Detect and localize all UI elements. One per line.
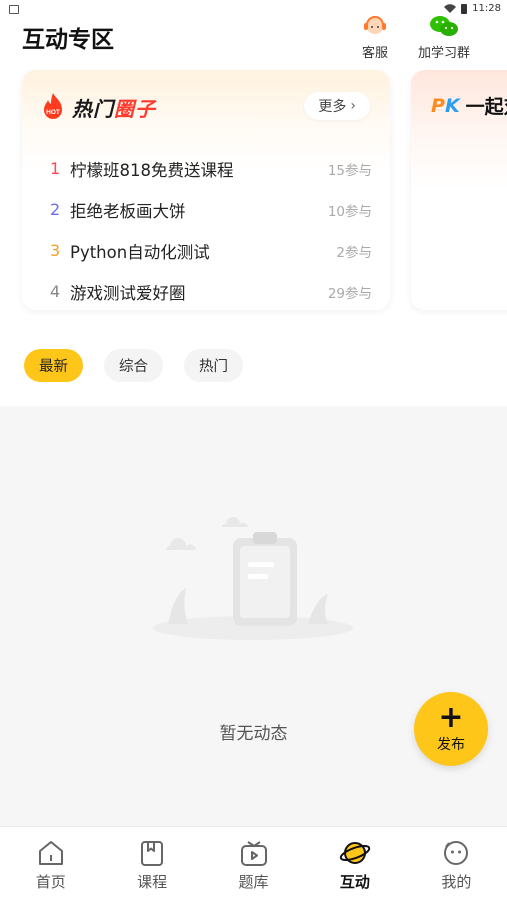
list-item[interactable]: 3 Python自动化测试 2参与 <box>50 230 372 271</box>
hot-circles-title-part2: 圈子 <box>114 96 156 121</box>
chevron-right-icon: › <box>350 98 356 114</box>
plus-icon: + <box>438 700 464 735</box>
pk-badge-icon: PK <box>431 95 460 117</box>
pk-card-title: 一起对 <box>465 96 507 118</box>
customer-service-icon <box>364 16 386 34</box>
circle-name: 游戏测试爱好圈 <box>70 283 186 303</box>
rank-number: 3 <box>50 241 61 260</box>
profile-face-icon <box>444 841 469 865</box>
rank-number: 1 <box>50 159 61 178</box>
filter-general[interactable]: 综合 <box>104 349 163 382</box>
circle-name: 柠檬班818免费送课程 <box>70 160 234 180</box>
customer-service-button[interactable]: 客服 <box>362 14 388 61</box>
hot-circles-title: 热门圈子 <box>72 93 156 122</box>
status-indicators: 11:28 <box>444 3 501 14</box>
feed-area: 暂无动态 <box>0 406 507 826</box>
status-time: 11:28 <box>472 3 501 14</box>
rank-number: 4 <box>50 282 61 301</box>
pk-badge-p: P <box>431 94 445 117</box>
more-label: 更多 <box>318 99 347 115</box>
list-item[interactable]: 1 柠檬班818免费送课程 15参与 <box>50 148 372 189</box>
home-icon <box>38 841 63 865</box>
empty-clipboard-illustration <box>153 517 353 640</box>
hot-circles-header: HOT 热门圈子 <box>40 92 156 122</box>
bottom-tab-bar: 首页 课程 题库 互动 我的 <box>0 826 507 900</box>
tab-interact-label: 互动 <box>339 873 370 891</box>
tab-questions-label: 题库 <box>238 873 269 891</box>
rank-number: 2 <box>50 200 61 219</box>
pk-card-header: PK 一起对 <box>431 92 507 119</box>
battery-icon <box>461 3 468 14</box>
tab-mine-label: 我的 <box>441 873 472 891</box>
list-item[interactable]: 4 游戏测试爱好圈 29参与 <box>50 271 372 312</box>
circle-name: Python自动化测试 <box>70 242 210 262</box>
wechat-icon <box>430 16 458 36</box>
filter-latest[interactable]: 最新 <box>24 349 83 382</box>
join-study-group-label: 加学习群 <box>418 46 471 61</box>
feed-filter-tabs: 最新 综合 热门 <box>24 349 243 382</box>
page-header: 互动专区 客服 加学习群 <box>0 14 507 64</box>
image-notification-icon <box>9 5 19 14</box>
more-circles-button[interactable]: 更多 › <box>304 92 370 120</box>
tab-interact[interactable]: 互动 <box>304 827 405 900</box>
featured-cards-carousel[interactable]: HOT 热门圈子 更多 › 1 柠檬班818免费送课程 15参与 2 拒绝老板画… <box>0 70 507 315</box>
hot-badge-text: HOT <box>46 109 60 116</box>
tab-courses-label: 课程 <box>137 873 168 891</box>
tab-home-label: 首页 <box>35 873 66 891</box>
page-title: 互动专区 <box>22 27 114 53</box>
customer-service-label: 客服 <box>362 46 389 61</box>
question-bank-icon <box>240 841 267 866</box>
hot-circles-card[interactable]: HOT 热门圈子 更多 › 1 柠檬班818免费送课程 15参与 2 拒绝老板画… <box>22 70 390 310</box>
publish-button[interactable]: + 发布 <box>414 692 488 766</box>
list-item[interactable]: 2 拒绝老板画大饼 10参与 <box>50 189 372 230</box>
pk-badge-k: K <box>444 94 460 117</box>
circle-name: 拒绝老板画大饼 <box>70 201 186 221</box>
publish-label: 发布 <box>437 737 465 753</box>
planet-icon <box>339 842 371 864</box>
filter-popular[interactable]: 热门 <box>184 349 243 382</box>
participant-count: 2参与 <box>336 244 372 261</box>
hot-circles-title-part1: 热门 <box>72 96 114 121</box>
participant-count: 29参与 <box>327 285 372 302</box>
tab-mine[interactable]: 我的 <box>406 827 507 900</box>
participant-count: 15参与 <box>327 162 372 179</box>
tab-courses[interactable]: 课程 <box>101 827 202 900</box>
pk-challenge-card[interactable]: PK 一起对 <box>411 70 507 310</box>
tab-home[interactable]: 首页 <box>0 827 101 900</box>
hot-flame-icon: HOT <box>44 93 62 119</box>
wifi-icon <box>444 4 457 13</box>
participant-count: 10参与 <box>327 203 372 220</box>
join-study-group-button[interactable]: 加学习群 <box>418 14 470 61</box>
hot-circles-list: 1 柠檬班818免费送课程 15参与 2 拒绝老板画大饼 10参与 3 Pyth… <box>50 148 372 312</box>
book-icon <box>141 841 164 866</box>
tab-questions[interactable]: 题库 <box>203 827 304 900</box>
